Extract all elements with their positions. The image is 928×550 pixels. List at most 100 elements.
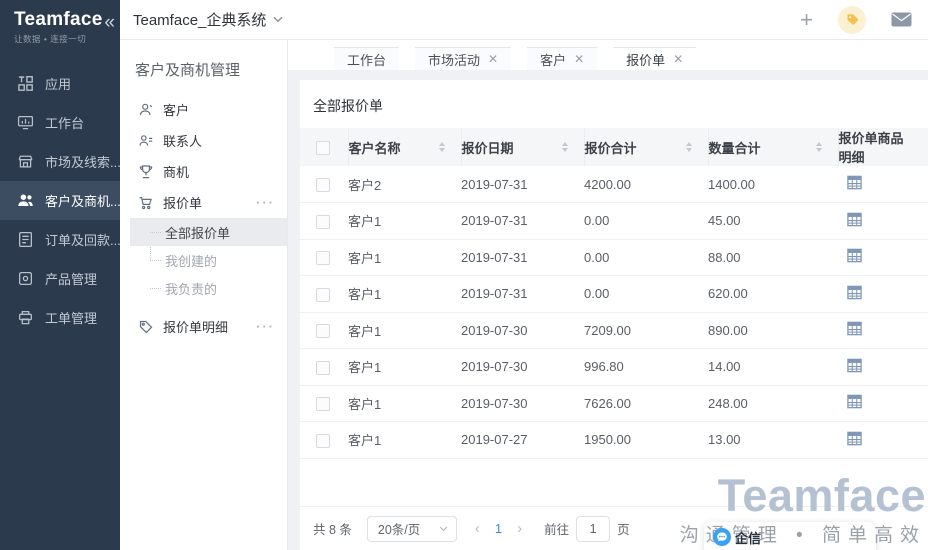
submenu-child-all-quotes[interactable]: 全部报价单 — [130, 218, 287, 246]
row-checkbox[interactable] — [316, 214, 330, 229]
quote-detail-grid-icon[interactable] — [846, 357, 863, 374]
contact-icon — [138, 133, 154, 149]
cell-quantity: 248.00 — [708, 395, 748, 411]
sidebar-item-0[interactable]: 应用 — [0, 64, 120, 103]
cell-customer: 客户1 — [348, 250, 382, 266]
more-options-icon[interactable]: ··· — [256, 196, 275, 209]
sort-carets-icon[interactable] — [561, 142, 568, 152]
quote-detail-grid-icon[interactable] — [846, 320, 863, 337]
row-checkbox[interactable] — [316, 433, 330, 448]
page-size-select[interactable]: 20条/页 — [366, 515, 457, 542]
add-button[interactable]: + — [800, 8, 813, 31]
cell-date: 2019-07-30 — [461, 322, 528, 338]
sidebar-item-4[interactable]: 订单及回款... — [0, 220, 121, 259]
quote-detail-grid-icon[interactable] — [846, 211, 863, 228]
tab-2[interactable]: 客户 ✕ — [527, 47, 598, 70]
row-checkbox-cell — [300, 239, 348, 276]
close-tab-icon[interactable]: ✕ — [574, 53, 584, 65]
tab-1[interactable]: 市场活动 ✕ — [415, 47, 512, 70]
cell-quantity: 88.00 — [708, 249, 741, 265]
chevron-down-icon — [439, 526, 448, 532]
column-header-1[interactable]: 报价日期 — [461, 128, 585, 166]
page-unit-label: 页 — [617, 523, 630, 537]
row-checkbox[interactable] — [316, 324, 330, 339]
tab-0[interactable]: 工作台 — [334, 47, 400, 70]
quote-detail-grid-icon[interactable] — [846, 430, 863, 447]
row-checkbox[interactable] — [316, 177, 330, 192]
sidebar-item-label: 工作台 — [45, 116, 85, 131]
row-checkbox[interactable] — [316, 360, 330, 375]
tag-button[interactable] — [838, 5, 866, 34]
row-checkbox-cell — [300, 312, 348, 349]
tree-item-label: 全部报价单 — [165, 225, 231, 241]
tab-label: 市场活动 — [428, 52, 481, 68]
row-checkbox[interactable] — [316, 251, 330, 266]
select-all-checkbox[interactable] — [316, 140, 330, 155]
sort-carets-icon[interactable] — [438, 142, 445, 152]
chat-widget-button[interactable]: 企信 — [704, 522, 876, 550]
sidebar-item-1[interactable]: 工作台 — [0, 103, 120, 142]
sidebar-item-3[interactable]: 客户及商机... — [0, 181, 121, 220]
total-count: 共 8 条 — [313, 523, 352, 537]
mail-button[interactable] — [891, 12, 912, 27]
column-header-3[interactable]: 数量合计 — [708, 128, 839, 166]
quotes-subtree: 全部报价单 我创建的 我负责的 — [120, 218, 287, 302]
submenu-child-created-by-me[interactable]: 我创建的 — [120, 246, 287, 274]
cell-customer: 客户1 — [348, 360, 382, 376]
sidebar-item-label: 应用 — [45, 77, 72, 92]
sort-carets-icon[interactable] — [815, 142, 822, 152]
opportunity-icon — [138, 164, 154, 180]
column-label: 报价单商品明细 — [838, 131, 904, 165]
quote-detail-grid-icon[interactable] — [846, 174, 863, 191]
topbar-actions: + — [800, 5, 928, 34]
current-page-button[interactable]: 1 — [486, 521, 511, 536]
submenu-item-quote-details[interactable]: 报价单明细 ··· — [120, 311, 287, 342]
module-title: 客户及商机管理 — [135, 62, 241, 79]
cell-customer: 客户1 — [348, 287, 382, 303]
table-header-row: 客户名称 报价日期 报价合计 数量合计 报价单商品明细 — [300, 128, 928, 166]
submenu-child-owned-by-me[interactable]: 我负责的 — [120, 274, 287, 302]
tab-label: 客户 — [540, 52, 567, 68]
sidebar-item-5[interactable]: 产品管理 — [0, 259, 120, 298]
cell-date: 2019-07-27 — [461, 432, 528, 448]
table-row: 客户1 2019-07-27 1950.00 13.00 — [300, 422, 928, 458]
cell-quantity: 14.00 — [708, 359, 741, 375]
sort-carets-icon[interactable] — [685, 142, 692, 152]
column-header-0[interactable]: 客户名称 — [348, 128, 462, 166]
table-row: 客户1 2019-07-31 0.00 620.00 — [300, 276, 928, 312]
sidebar-item-6[interactable]: 工单管理 — [0, 298, 120, 337]
next-page-button[interactable]: › — [511, 520, 528, 537]
sidebar-item-2[interactable]: 市场及线索... — [0, 142, 121, 181]
quote-detail-grid-icon[interactable] — [846, 393, 863, 410]
cell-detail — [838, 239, 928, 276]
workspace-switcher[interactable]: Teamface_企典系统 — [133, 9, 283, 30]
row-checkbox[interactable] — [316, 397, 330, 412]
secondary-sidebar: 客户及商机管理 客户 联系人 商机 报价单 ··· 全部报价单 我创建的 我负责… — [120, 40, 288, 550]
goto-page-input[interactable] — [576, 515, 611, 542]
submenu-item-contacts[interactable]: 联系人 — [120, 125, 287, 156]
brand-header: Teamface 让数据 • 连接一切 « — [0, 0, 120, 52]
table-row: 客户1 2019-07-31 0.00 88.00 — [300, 239, 928, 276]
cell-quantity: 890.00 — [708, 322, 748, 338]
cell-detail — [838, 349, 928, 386]
quote-detail-grid-icon[interactable] — [846, 284, 863, 301]
table-row: 客户1 2019-07-30 7209.00 890.00 — [300, 312, 928, 349]
row-checkbox[interactable] — [316, 287, 330, 302]
cell-customer: 客户1 — [348, 323, 382, 339]
tag-icon — [845, 12, 860, 27]
close-tab-icon[interactable]: ✕ — [673, 53, 683, 65]
customer-icon — [138, 102, 154, 118]
collapse-sidebar-icon[interactable]: « — [104, 13, 115, 32]
chat-bubble-icon — [713, 528, 731, 546]
cell-detail — [838, 166, 928, 203]
prev-page-button[interactable]: ‹ — [469, 520, 486, 537]
submenu-item-quotes[interactable]: 报价单 ··· — [120, 187, 287, 218]
column-label: 客户名称 — [348, 140, 401, 156]
quote-detail-grid-icon[interactable] — [846, 247, 863, 264]
submenu-item-customers[interactable]: 客户 — [120, 94, 287, 125]
submenu-item-opportunities[interactable]: 商机 — [120, 156, 287, 187]
more-options-icon[interactable]: ··· — [256, 320, 275, 333]
close-tab-icon[interactable]: ✕ — [488, 53, 498, 65]
tab-3[interactable]: 报价单 ✕ — [613, 47, 697, 70]
column-header-2[interactable]: 报价合计 — [584, 128, 709, 166]
